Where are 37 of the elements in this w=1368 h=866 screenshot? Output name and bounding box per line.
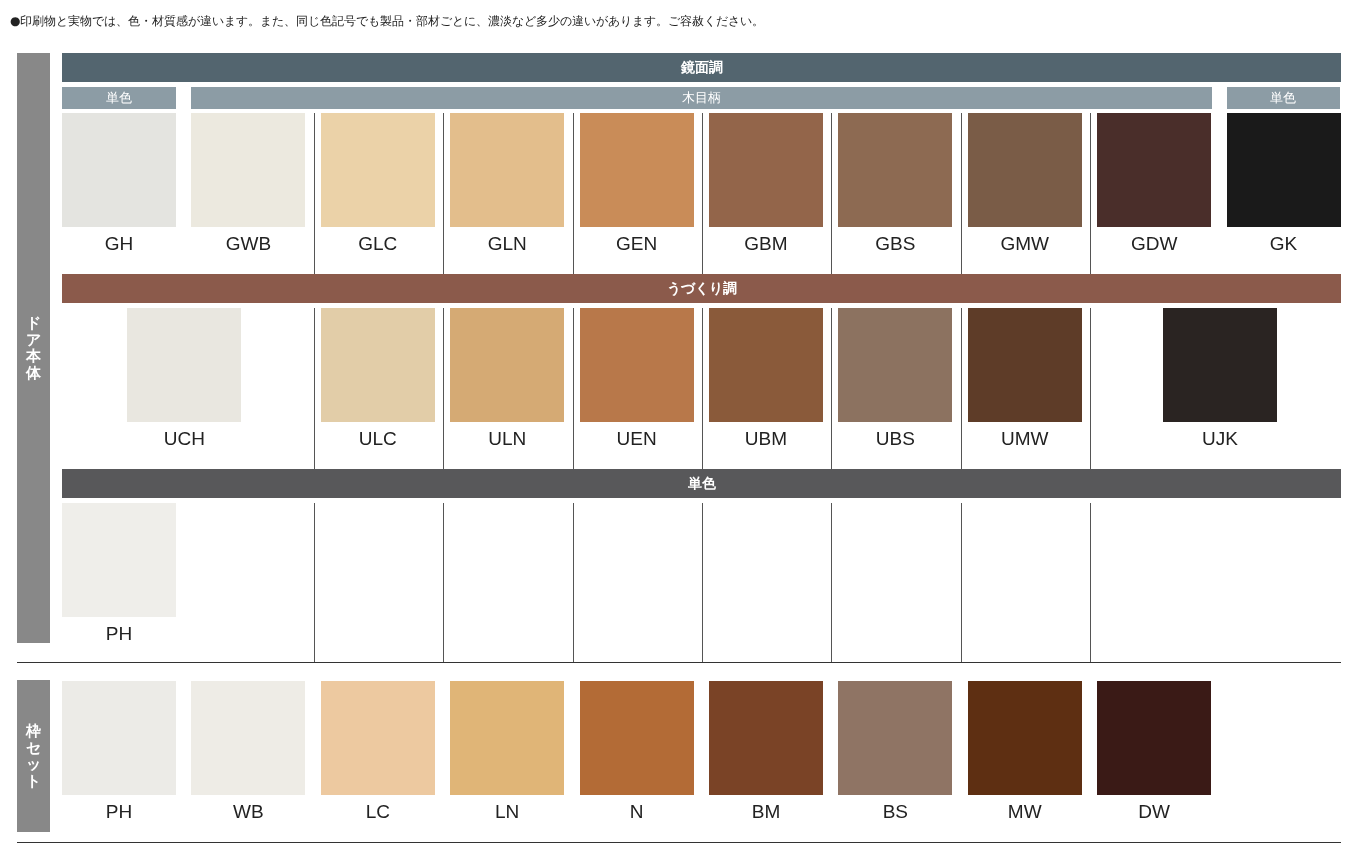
- color-code: WB: [232, 800, 265, 823]
- color-code: LC: [364, 800, 391, 823]
- color-code: UMW: [1000, 427, 1050, 450]
- color-code: PH: [104, 622, 134, 645]
- color-code: GLN: [486, 232, 528, 255]
- color-code: UJK: [1201, 427, 1239, 450]
- color-code: GEN: [614, 232, 659, 255]
- color-code: GDW: [1129, 232, 1179, 255]
- color-code: ULN: [487, 427, 528, 450]
- color-code: DW: [1137, 800, 1171, 823]
- color-code: PH: [104, 800, 134, 823]
- section-label: 枠セット: [17, 680, 50, 832]
- color-code: BS: [881, 800, 909, 823]
- color-code: GLC: [357, 232, 399, 255]
- color-code: LN: [494, 800, 521, 823]
- notice-text: ●印刷物と実物では、色・材質感が違います。また、同じ色記号でも製品・部材ごとに、濃淡など多少の違いがあります。ご容赦ください。: [9, 13, 766, 30]
- color-code: GWB: [224, 232, 273, 255]
- subgroup-header: 木目柄: [191, 87, 1212, 109]
- color-code: UBS: [874, 427, 916, 450]
- color-code: ULC: [357, 427, 398, 450]
- color-code: GH: [103, 232, 135, 255]
- color-code: UCH: [162, 427, 206, 450]
- subgroup-header: 単色: [62, 87, 177, 109]
- color-code: MW: [1006, 800, 1043, 823]
- color-code: GK: [1268, 232, 1299, 255]
- color-code: GBS: [874, 232, 917, 255]
- color-code: UBM: [743, 427, 789, 450]
- color-code: BM: [750, 800, 782, 823]
- subgroup-header: 単色: [1226, 87, 1340, 109]
- group-header: 鏡面調: [62, 53, 1341, 82]
- group-header: 単色: [62, 469, 1341, 498]
- color-code: GMW: [999, 232, 1050, 255]
- color-code: N: [628, 800, 645, 823]
- group-header: うづくり調: [62, 274, 1341, 303]
- color-code: GBM: [743, 232, 789, 255]
- color-code: UEN: [615, 427, 658, 450]
- section-label: ドア本体: [17, 53, 50, 643]
